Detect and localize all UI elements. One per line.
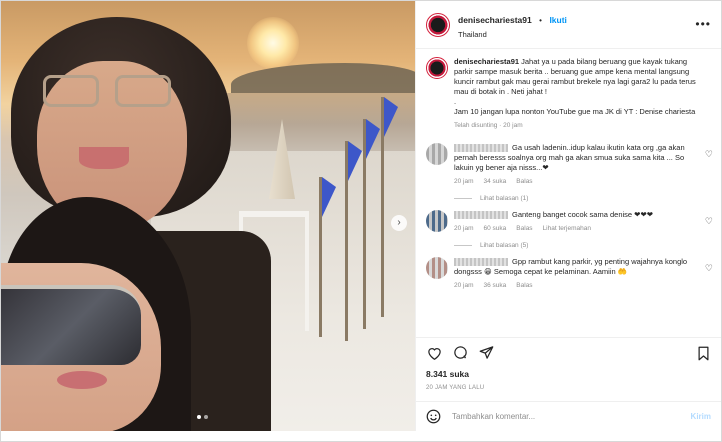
comment-item: Ga usah ladenin..idup kalau ikutin kata … [426,143,713,187]
comment-text: Ganteng banget cocok sama denise ❤❤❤ [512,210,654,219]
blurred-username [454,258,508,267]
comment-composer: Kirim [416,401,721,431]
send-comment-button[interactable]: Kirim [691,412,711,421]
translate-button[interactable]: Lihat terjemahan [543,224,591,234]
blurred-username [454,211,508,220]
emoji-icon[interactable] [426,409,442,425]
caption: denisechariesta91 Jahat ya u pada bilang… [426,57,711,131]
comment-input[interactable] [452,412,691,421]
reply-button[interactable]: Balas [516,224,532,234]
send-icon[interactable] [478,345,494,361]
comment-item: Ganteng banget cocok sama denise ❤❤❤ 20 … [426,210,713,234]
caption-username[interactable]: denisechariesta91 [454,57,519,66]
heart-icon[interactable]: ♡ [705,263,713,274]
flag [363,119,380,329]
flag [319,177,336,337]
action-bar [416,337,721,367]
comment-likes[interactable]: 34 suka [484,177,507,187]
flag [381,97,398,317]
woman-lips [57,371,107,389]
comment-time: 20 jam [454,178,474,185]
flag [345,141,362,341]
follow-button[interactable]: Ikuti [549,15,566,25]
avatar[interactable] [426,257,448,279]
reply-button[interactable]: Balas [516,281,532,291]
username[interactable]: denisechariesta91 [458,15,532,25]
edited-timestamp: Telah disunting · 20 jam [454,122,523,129]
comments-list[interactable]: denisechariesta91 Jahat ya u pada bilang… [416,49,721,337]
post-header: denisechariesta91 • Ikuti Thailand ••• [416,1,721,49]
avatar[interactable] [426,143,448,165]
view-replies-button[interactable]: Lihat balasan (1) [454,195,711,202]
post-dialog: › denisechariesta91 • Ikuti Thailand ••• [0,0,722,442]
location[interactable]: Thailand [458,30,567,39]
comment-likes[interactable]: 60 suka [484,224,507,234]
separator-dot: • [539,16,542,25]
bookmark-icon[interactable] [695,345,711,361]
blurred-username [454,144,508,153]
man-tongue [79,147,129,169]
sun [247,17,299,69]
avatar[interactable] [426,210,448,232]
heart-icon[interactable]: ♡ [705,149,713,160]
post-sidebar: denisechariesta91 • Ikuti Thailand ••• d… [415,1,721,431]
view-replies-button[interactable]: Lihat balasan (5) [454,242,711,249]
heart-icon[interactable] [426,345,442,361]
comment-icon[interactable] [452,345,468,361]
avatar[interactable] [426,57,448,79]
man-glasses [43,75,173,109]
next-arrow-icon[interactable]: › [391,215,407,231]
more-horizontal-icon[interactable]: ••• [695,17,711,31]
posted-time: 20 JAM YANG LALU [426,385,485,391]
comment-likes[interactable]: 36 suka [484,281,507,291]
woman-sunglasses [1,285,141,365]
post-photo[interactable]: › [1,1,415,431]
comment-time: 20 jam [454,282,474,289]
comment-time: 20 jam [454,225,474,232]
avatar[interactable] [426,12,450,37]
comment-item: Gpp rambut kang parkir, yg penting wajah… [426,257,713,291]
carousel-dots [197,415,208,419]
caption-spacer: . [454,97,457,106]
likes-count[interactable]: 8.341 suka [416,369,721,379]
reply-button[interactable]: Balas [516,177,532,187]
heart-icon[interactable]: ♡ [705,216,713,227]
caption-text-2: Jam 10 jangan lupa nonton YouTube gue ma… [454,107,696,116]
